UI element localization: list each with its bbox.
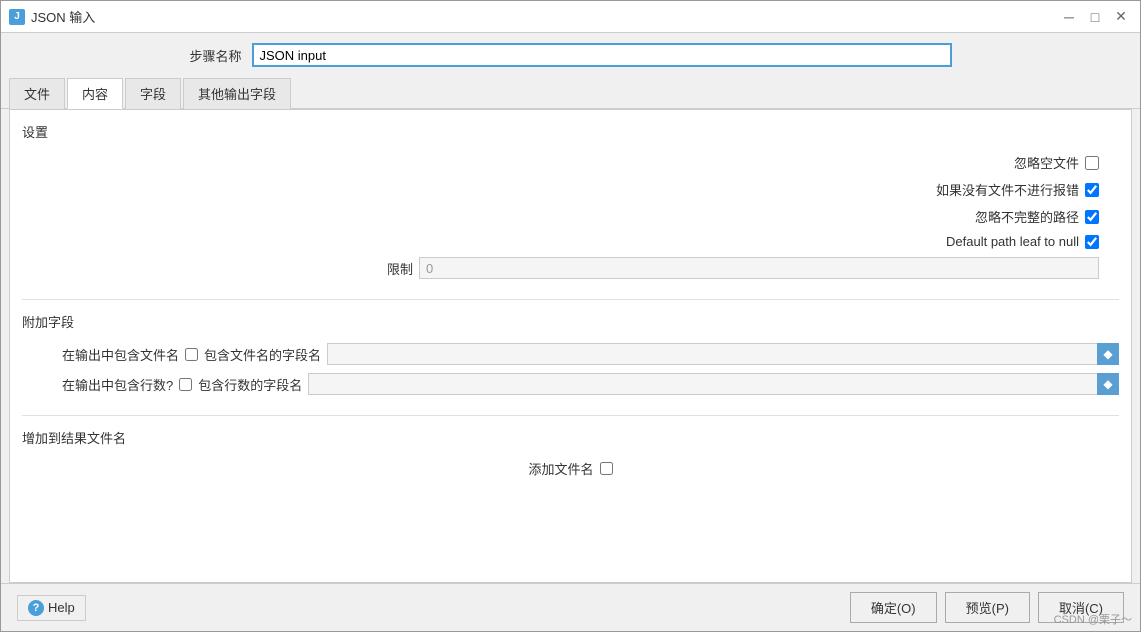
main-window: J JSON 输入 ─ □ ✕ 步骤名称 文件 内容 字段 其他输出字段 设置 … bbox=[0, 0, 1141, 632]
settings-title: 设置 bbox=[22, 122, 1119, 143]
rowcount-field-btn[interactable]: ◆ bbox=[1097, 373, 1119, 395]
ignore-incomplete-path-label: 忽略不完整的路径 bbox=[975, 207, 1079, 226]
preview-button[interactable]: 预览(P) bbox=[945, 592, 1030, 623]
default-path-leaf-row: Default path leaf to null bbox=[22, 234, 1119, 249]
ignore-empty-files-checkbox[interactable] bbox=[1085, 156, 1099, 170]
step-name-label: 步骤名称 bbox=[189, 46, 241, 65]
include-rowcount-row: 在输出中包含行数? 包含行数的字段名 ◆ bbox=[22, 373, 1119, 395]
minimize-button[interactable]: ─ bbox=[1058, 6, 1080, 28]
filename-input-wrapper: ◆ bbox=[327, 343, 1119, 365]
title-controls: ─ □ ✕ bbox=[1058, 6, 1132, 28]
default-path-leaf-checkbox[interactable] bbox=[1085, 235, 1099, 249]
tab-fields[interactable]: 字段 bbox=[125, 78, 181, 109]
help-icon: ? bbox=[28, 600, 44, 616]
limit-input[interactable] bbox=[419, 257, 1099, 279]
title-bar-left: J JSON 输入 bbox=[9, 7, 95, 26]
help-button[interactable]: ? Help bbox=[17, 595, 86, 621]
include-rowcount-checkbox[interactable] bbox=[179, 378, 192, 391]
divider-2 bbox=[22, 415, 1119, 416]
ignore-incomplete-path-checkbox[interactable] bbox=[1085, 210, 1099, 224]
maximize-button[interactable]: □ bbox=[1084, 6, 1106, 28]
error-if-no-files-checkbox[interactable] bbox=[1085, 183, 1099, 197]
add-filename-checkbox[interactable] bbox=[600, 462, 613, 475]
include-rowcount-label: 在输出中包含行数? bbox=[62, 375, 173, 394]
include-filename-checkbox[interactable] bbox=[185, 348, 198, 361]
error-if-no-files-row: 如果没有文件不进行报错 bbox=[22, 180, 1119, 199]
help-label: Help bbox=[48, 600, 75, 615]
title-bar: J JSON 输入 ─ □ ✕ bbox=[1, 1, 1140, 33]
include-filename-row: 在输出中包含文件名 包含文件名的字段名 ◆ bbox=[22, 343, 1119, 365]
additional-fields-section: 附加字段 在输出中包含文件名 包含文件名的字段名 ◆ 在输出中包含行数? 包含行… bbox=[22, 312, 1119, 395]
ignore-empty-files-label: 忽略空文件 bbox=[1014, 153, 1079, 172]
include-filename-label: 在输出中包含文件名 bbox=[62, 345, 179, 364]
default-path-leaf-label: Default path leaf to null bbox=[946, 234, 1079, 249]
filename-field-input[interactable] bbox=[327, 343, 1119, 365]
step-name-row: 步骤名称 bbox=[1, 33, 1140, 77]
ignore-empty-files-row: 忽略空文件 bbox=[22, 153, 1119, 172]
tab-other-output[interactable]: 其他输出字段 bbox=[183, 78, 291, 109]
content-area: 设置 忽略空文件 如果没有文件不进行报错 忽略不完整的路径 Default pa… bbox=[9, 109, 1132, 583]
confirm-button[interactable]: 确定(O) bbox=[850, 592, 937, 623]
watermark: CSDN @栗子～ bbox=[1054, 611, 1132, 627]
ignore-incomplete-path-row: 忽略不完整的路径 bbox=[22, 207, 1119, 226]
tab-content[interactable]: 内容 bbox=[67, 78, 123, 109]
rowcount-input-wrapper: ◆ bbox=[308, 373, 1119, 395]
step-name-input[interactable] bbox=[252, 43, 952, 67]
add-to-result-section: 增加到结果文件名 添加文件名 bbox=[22, 428, 1119, 478]
additional-fields-title: 附加字段 bbox=[22, 312, 1119, 333]
divider-1 bbox=[22, 299, 1119, 300]
add-filename-label: 添加文件名 bbox=[528, 459, 593, 478]
filename-field-btn[interactable]: ◆ bbox=[1097, 343, 1119, 365]
window-title: JSON 输入 bbox=[31, 7, 95, 26]
tabs-bar: 文件 内容 字段 其他输出字段 bbox=[1, 77, 1140, 109]
add-filename-row: 添加文件名 bbox=[22, 459, 1119, 478]
limit-label: 限制 bbox=[387, 259, 413, 278]
app-icon: J bbox=[9, 9, 25, 25]
rowcount-field-label: 包含行数的字段名 bbox=[198, 375, 302, 394]
tab-file[interactable]: 文件 bbox=[9, 78, 65, 109]
error-if-no-files-label: 如果没有文件不进行报错 bbox=[936, 180, 1079, 199]
limit-row: 限制 bbox=[22, 257, 1119, 279]
rowcount-field-input[interactable] bbox=[308, 373, 1119, 395]
filename-field-label: 包含文件名的字段名 bbox=[204, 345, 321, 364]
close-button[interactable]: ✕ bbox=[1110, 6, 1132, 28]
add-to-result-title: 增加到结果文件名 bbox=[22, 428, 1119, 449]
settings-section: 设置 忽略空文件 如果没有文件不进行报错 忽略不完整的路径 Default pa… bbox=[22, 122, 1119, 279]
bottom-bar: ? Help 确定(O) 预览(P) 取消(C) bbox=[1, 583, 1140, 631]
